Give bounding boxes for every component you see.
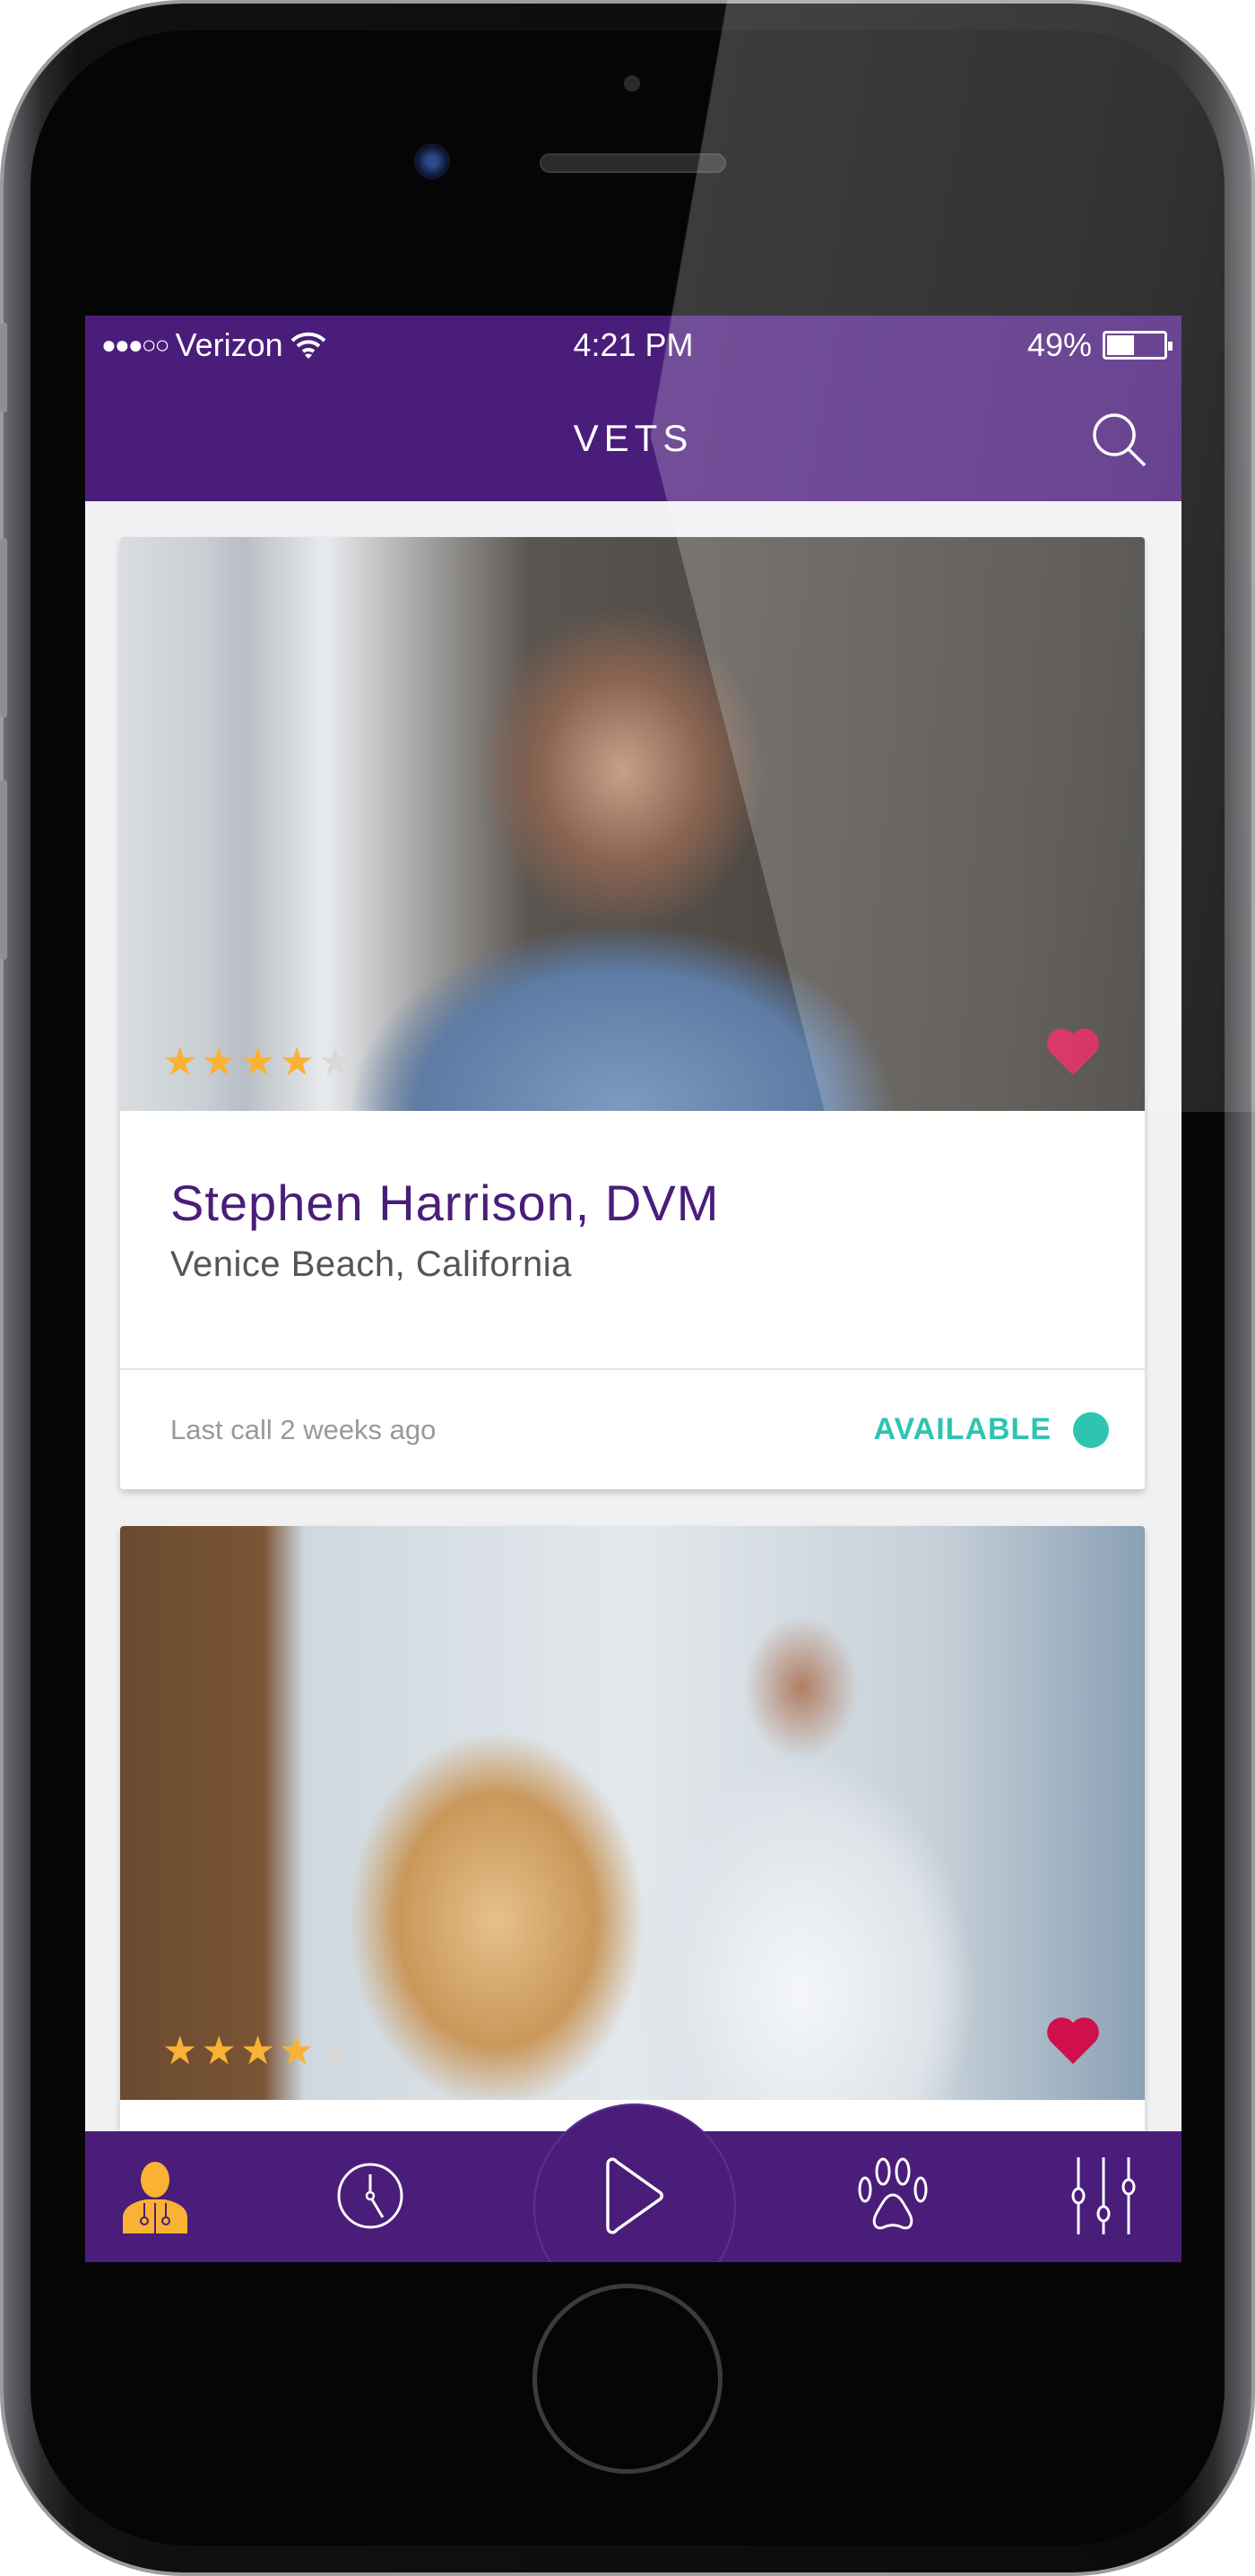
battery-icon <box>1103 331 1173 360</box>
star-icon: ★ <box>279 2029 315 2073</box>
star-icon: ★ <box>162 2029 198 2073</box>
star-icon: ★ <box>201 1040 237 1084</box>
mute-switch <box>0 323 7 412</box>
proximity-sensor <box>624 75 640 91</box>
clock-icon <box>337 2163 403 2229</box>
play-icon <box>606 2157 663 2234</box>
tab-pets[interactable] <box>848 2151 938 2241</box>
page-title: VETS <box>573 416 694 459</box>
star-icon: ★ <box>201 2029 237 2073</box>
availability-status: AVAILABLE <box>873 1411 1109 1448</box>
paw-icon <box>858 2157 928 2230</box>
volume-down-button <box>0 780 7 959</box>
tab-bar <box>85 2103 1181 2262</box>
app-screen: ●●●○○ Verizon 4:21 PM 49% VETS ★ ★ ★ ★ ★ Ste… <box>85 316 1181 2262</box>
star-empty-icon: ★ <box>317 2029 354 2073</box>
card-footer: Last call 2 weeks ago AVAILABLE <box>120 1368 1145 1489</box>
star-icon: ★ <box>239 2029 276 2073</box>
last-call: Last call 2 weeks ago <box>170 1413 437 1445</box>
status-label: AVAILABLE <box>873 1412 1052 1446</box>
vet-location: Venice Beach, California <box>170 1245 572 1284</box>
tab-history[interactable] <box>325 2151 415 2241</box>
star-empty-icon: ★ <box>317 1040 354 1084</box>
top-bar: ●●●○○ Verizon 4:21 PM 49% VETS <box>85 316 1181 501</box>
rating-stars: ★ ★ ★ ★ ★ <box>162 2032 353 2071</box>
vet-card[interactable]: ★ ★ ★ ★ ★ Stephen Harrison, DVM Venice Beach… <box>120 537 1145 1489</box>
heart-icon[interactable] <box>1046 2016 1100 2064</box>
star-icon: ★ <box>239 1040 276 1084</box>
star-icon: ★ <box>162 1040 198 1084</box>
search-icon[interactable] <box>1090 411 1147 468</box>
vet-photo: ★ ★ ★ ★ ★ <box>120 537 1145 1111</box>
tab-vets[interactable] <box>110 2151 200 2241</box>
front-camera <box>414 143 450 179</box>
star-icon: ★ <box>279 1040 315 1084</box>
clock: 4:21 PM <box>573 326 694 363</box>
vet-doctor-icon <box>123 2162 187 2233</box>
battery-percent: 49% <box>1026 326 1092 363</box>
tab-settings[interactable] <box>1059 2151 1148 2241</box>
sliders-icon <box>1071 2157 1136 2234</box>
status-dot <box>1073 1411 1109 1448</box>
vet-photo: ★ ★ ★ ★ ★ <box>120 1526 1145 2100</box>
earpiece-speaker <box>540 153 726 173</box>
volume-up-button <box>0 538 7 717</box>
tab-play[interactable] <box>590 2151 679 2241</box>
home-button[interactable] <box>532 2284 723 2474</box>
vet-name[interactable]: Stephen Harrison, DVM <box>170 1111 1095 1232</box>
heart-icon[interactable] <box>1046 1027 1100 1075</box>
rating-stars: ★ ★ ★ ★ ★ <box>162 1043 353 1082</box>
status-bar: ●●●○○ Verizon 4:21 PM 49% <box>85 316 1181 375</box>
